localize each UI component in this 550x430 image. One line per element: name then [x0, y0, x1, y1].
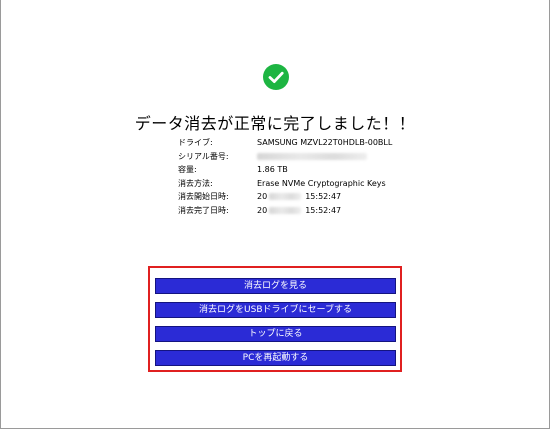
- detail-row-end: 消去完了日時: 20 15:52:47: [178, 204, 392, 218]
- detail-row-method: 消去方法: Erase NVMe Cryptographic Keys: [178, 177, 392, 191]
- redacted-serial: [257, 152, 367, 160]
- detail-row-start: 消去開始日時: 20 15:52:47: [178, 190, 392, 204]
- drive-label: ドライブ:: [178, 138, 213, 147]
- end-date-prefix: 20: [257, 205, 268, 215]
- end-label: 消去完了日時:: [178, 205, 229, 215]
- save-log-usb-button[interactable]: 消去ログをUSBドライブにセーブする: [155, 302, 396, 318]
- start-label: 消去開始日時:: [178, 192, 229, 201]
- serial-label: シリアル番号:: [178, 151, 229, 161]
- method-label: 消去方法:: [178, 178, 213, 188]
- detail-row-drive: ドライブ: SAMSUNG MZVL22T0HDLB-00BLL: [178, 136, 392, 150]
- serial-value: [257, 150, 367, 164]
- restart-pc-button[interactable]: PCを再起動する: [155, 350, 396, 366]
- end-value: 20 15:52:47: [257, 204, 341, 218]
- start-time: 15:52:47: [305, 192, 342, 201]
- start-value: 20 15:52:47: [257, 190, 341, 204]
- capacity-value: 1.86 TB: [257, 165, 288, 174]
- detail-row-serial: シリアル番号:: [178, 150, 392, 164]
- method-value: Erase NVMe Cryptographic Keys: [257, 178, 386, 188]
- drive-value: SAMSUNG MZVL22T0HDLB-00BLL: [257, 138, 393, 147]
- end-time: 15:52:47: [305, 205, 342, 215]
- redacted-end-date: [269, 206, 302, 214]
- view-log-button[interactable]: 消去ログを見る: [155, 278, 396, 294]
- completion-title: データ消去が正常に完了しました！！: [134, 114, 416, 133]
- capacity-label: 容量:: [178, 165, 197, 174]
- detail-row-capacity: 容量: 1.86 TB: [178, 163, 392, 177]
- redacted-start-date: [269, 193, 302, 201]
- back-to-top-button[interactable]: トップに戻る: [155, 326, 396, 342]
- start-date-prefix: 20: [257, 192, 268, 201]
- check-circle-icon: [263, 64, 289, 90]
- erase-details: ドライブ: SAMSUNG MZVL22T0HDLB-00BLL シリアル番号:…: [178, 136, 392, 217]
